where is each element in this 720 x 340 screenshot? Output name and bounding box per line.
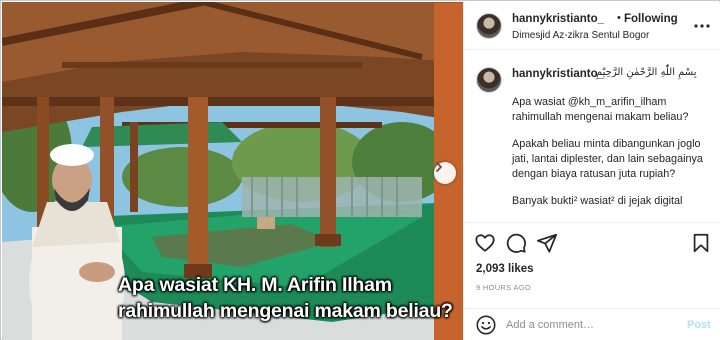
bookmark-icon[interactable]: [690, 232, 712, 254]
post-media[interactable]: Apa wasiat KH. M. Arifin Ilham rahimulla…: [2, 2, 463, 340]
post-header: hannykristianto_ • Following Dimesjid Az…: [464, 2, 720, 50]
avatar[interactable]: [476, 13, 502, 39]
likes-count[interactable]: 2,093 likes: [476, 263, 534, 275]
following-button[interactable]: Following: [624, 13, 678, 25]
location-link[interactable]: Dimesjid Az-zikra Sentul Bogor: [512, 30, 649, 41]
media-caption: Apa wasiat KH. M. Arifin Ilham rahimulla…: [118, 274, 453, 322]
add-comment-bar: Post: [464, 308, 720, 340]
arabic-basmala: بِسْمِ اللّٰهِ الرَّحْمٰنِ الرَّحِيْمِ: [596, 67, 697, 78]
heart-icon[interactable]: [474, 232, 496, 254]
next-media-button[interactable]: [434, 162, 456, 184]
caption-paragraph: Apa wasiat @kh_m_arifin_ilham rahimullah…: [512, 96, 689, 123]
emoji-icon[interactable]: [475, 314, 497, 336]
instagram-post-frame: Apa wasiat KH. M. Arifin Ilham rahimulla…: [0, 0, 720, 340]
comment-input[interactable]: [506, 316, 676, 334]
post-timestamp[interactable]: 9 HOURS AGO: [476, 283, 531, 292]
caption-username[interactable]: hannykristianto_: [512, 68, 604, 80]
more-options-button[interactable]: [694, 16, 710, 32]
post-comment-button[interactable]: Post: [687, 319, 711, 331]
caption-paragraph: Apakah beliau minta dibangunkan joglo ja…: [512, 138, 703, 180]
caption-paragraph: Banyak bukti² wasiat² di jejak digital: [512, 195, 683, 207]
caption-section: hannykristianto_ بِسْمِ اللّٰهِ الرَّحْم…: [464, 51, 720, 221]
avatar[interactable]: [476, 67, 502, 93]
separator-dot: •: [617, 12, 621, 24]
action-bar: [464, 222, 720, 262]
header-username[interactable]: hannykristianto_: [512, 13, 604, 25]
share-icon[interactable]: [536, 232, 558, 254]
more-dots-icon: [694, 24, 710, 28]
chevron-right-icon: [436, 162, 442, 172]
post-side-panel: hannykristianto_ • Following Dimesjid Az…: [463, 2, 720, 340]
comment-icon[interactable]: [505, 232, 527, 254]
caption-text: Apa wasiat @kh_m_arifin_ilham rahimullah…: [512, 95, 712, 221]
